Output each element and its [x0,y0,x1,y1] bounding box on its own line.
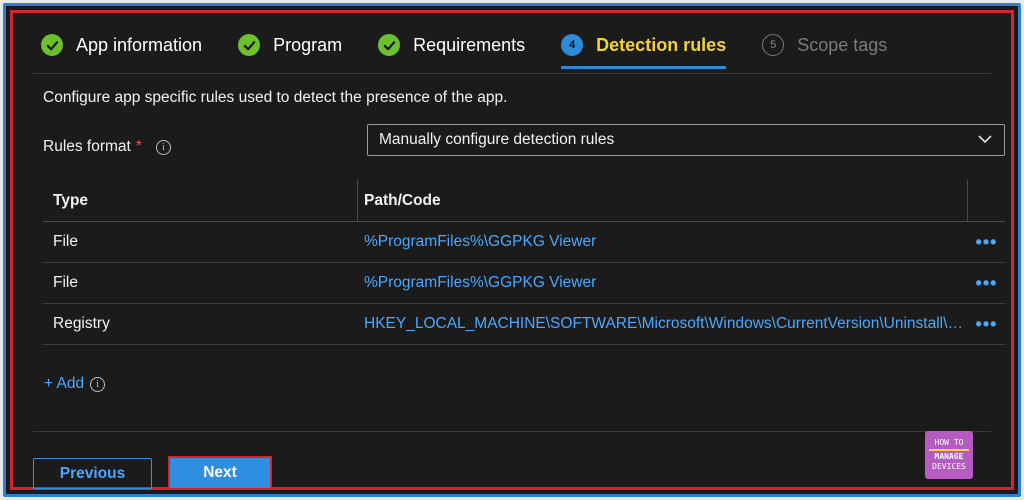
next-button[interactable]: Next [170,458,270,488]
tab-label: Requirements [413,34,526,55]
logo-strip [929,449,969,451]
more-options-icon[interactable]: ••• [968,273,1005,294]
column-header-type: Type [43,180,358,221]
rule-type: File [53,274,78,291]
chevron-down-icon [978,135,992,144]
rule-path-link[interactable]: %ProgramFiles%\GGPKG Viewer [358,233,968,251]
wizard-tabs: App information Program Requirements 4 D… [41,25,923,71]
required-marker: * [135,138,142,155]
rules-format-selected-value: Manually configure detection rules [379,131,615,148]
tab-label: App information [76,34,203,55]
rule-type: File [53,233,78,250]
rules-format-text: Rules format [43,138,131,155]
add-rule-label: + Add [44,375,85,392]
previous-button[interactable]: Previous [33,458,152,489]
tab-app-information[interactable]: App information [41,25,202,65]
rules-format-label: Rules format * i [43,138,171,156]
info-icon[interactable]: i [155,139,171,155]
info-icon[interactable]: i [90,376,106,392]
check-icon [378,34,401,56]
column-header-actions [968,180,1005,221]
check-icon [238,34,261,56]
add-rule-link[interactable]: + Add i [44,375,106,393]
tab-label: Program [273,34,343,55]
tabs-divider [33,73,991,74]
tab-scope-tags: 5 Scope tags [762,25,887,65]
table-row: Registry HKEY_LOCAL_MACHINE\SOFTWARE\Mic… [43,304,1005,345]
table-header: Type Path/Code [43,180,1005,222]
footer-divider [33,431,991,432]
detection-rules-table: Type Path/Code File %ProgramFiles%\GGPKG… [43,180,1005,345]
tab-program[interactable]: Program [238,25,342,65]
check-icon [41,34,63,56]
tab-label: Scope tags [797,34,888,55]
tab-detection-rules[interactable]: 4 Detection rules [561,25,727,69]
page-description: Configure app specific rules used to det… [43,89,508,106]
screenshot-outer-frame: App information Program Requirements 4 D… [3,3,1021,497]
rule-path-link[interactable]: %ProgramFiles%\GGPKG Viewer [358,274,968,292]
table-row: File %ProgramFiles%\GGPKG Viewer ••• [43,263,1005,304]
logo-line-1: HOW TO [934,438,964,447]
table-row: File %ProgramFiles%\GGPKG Viewer ••• [43,222,1005,263]
more-options-icon[interactable]: ••• [968,314,1005,335]
rule-type: Registry [53,315,110,332]
rule-path-link[interactable]: HKEY_LOCAL_MACHINE\SOFTWARE\Microsoft\Wi… [358,315,968,333]
logo-line-2: MANAGE [934,452,964,461]
rules-format-select[interactable]: Manually configure detection rules [367,124,1005,156]
step-number: 4 [561,34,584,56]
step-number: 5 [762,34,785,56]
tab-label: Detection rules [596,34,727,55]
tab-requirements[interactable]: Requirements [378,25,525,65]
screenshot-inner-frame: App information Program Requirements 4 D… [10,10,1014,490]
more-options-icon[interactable]: ••• [968,232,1005,253]
how-to-manage-devices-logo: HOW TO MANAGE DEVICES [925,431,973,479]
next-button-highlight: Next [168,456,272,490]
column-header-path: Path/Code [358,180,968,221]
logo-line-3: DEVICES [932,462,966,471]
